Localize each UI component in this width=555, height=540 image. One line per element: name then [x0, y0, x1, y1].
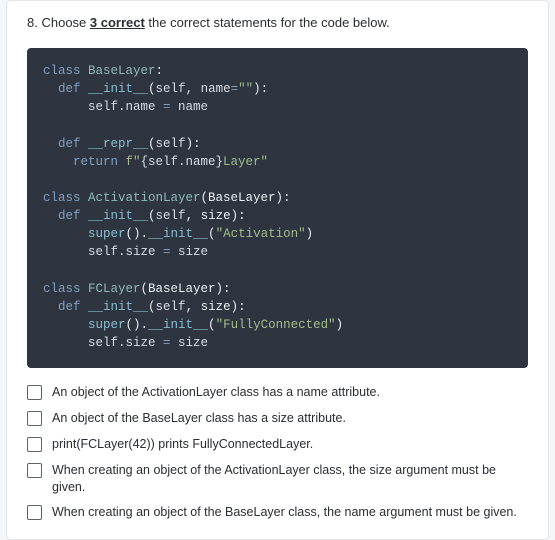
- checkbox[interactable]: [27, 411, 42, 426]
- checkbox[interactable]: [27, 463, 42, 478]
- checkbox[interactable]: [27, 437, 42, 452]
- question-suffix: the correct statements for the code belo…: [145, 15, 390, 30]
- checkbox[interactable]: [27, 505, 42, 520]
- option-row[interactable]: When creating an object of the Activatio…: [27, 462, 528, 496]
- option-row[interactable]: When creating an object of the BaseLayer…: [27, 504, 528, 521]
- option-label: When creating an object of the Activatio…: [52, 462, 528, 496]
- options-list: An object of the ActivationLayer class h…: [27, 384, 528, 521]
- option-label: An object of the ActivationLayer class h…: [52, 384, 380, 401]
- option-row[interactable]: An object of the ActivationLayer class h…: [27, 384, 528, 401]
- question-prompt: 8. Choose 3 correct the correct statemen…: [27, 15, 528, 30]
- option-label: When creating an object of the BaseLayer…: [52, 504, 517, 521]
- option-row[interactable]: print(FCLayer(42)) prints FullyConnected…: [27, 436, 528, 453]
- question-number: 8.: [27, 15, 38, 30]
- checkbox[interactable]: [27, 385, 42, 400]
- option-label: print(FCLayer(42)) prints FullyConnected…: [52, 436, 313, 453]
- question-card: 8. Choose 3 correct the correct statemen…: [6, 0, 549, 540]
- code-block: class BaseLayer: def __init__(self, name…: [27, 48, 528, 368]
- option-label: An object of the BaseLayer class has a s…: [52, 410, 346, 427]
- question-prefix: Choose: [41, 15, 89, 30]
- question-bold: 3 correct: [90, 15, 145, 30]
- option-row[interactable]: An object of the BaseLayer class has a s…: [27, 410, 528, 427]
